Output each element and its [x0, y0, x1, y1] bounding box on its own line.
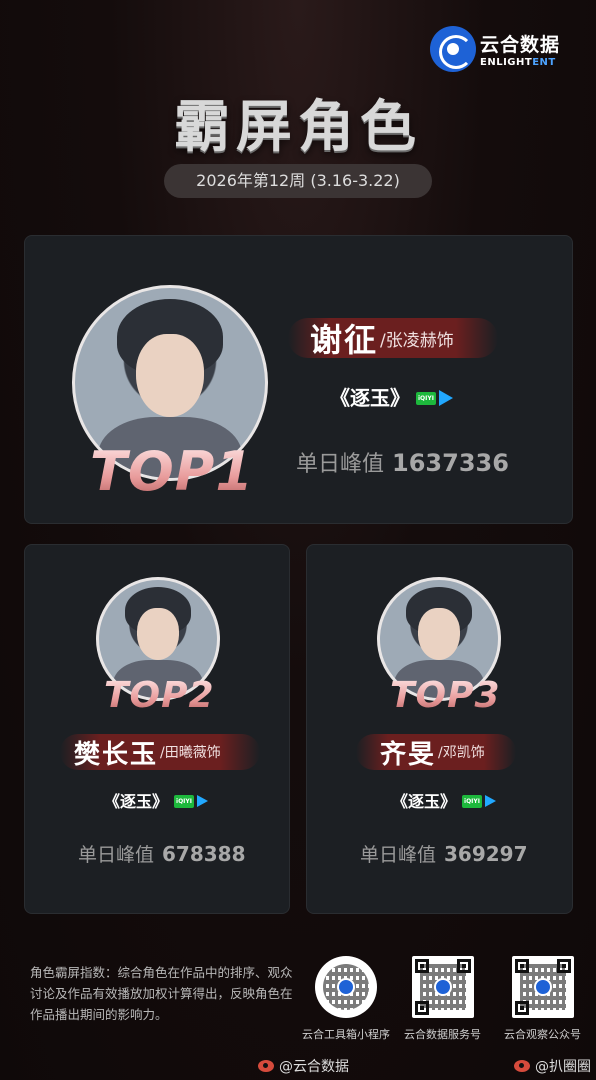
peak-number: 1637336 — [392, 449, 509, 477]
peak-number: 369297 — [444, 842, 528, 866]
drama-name: 《逐玉》 — [104, 792, 169, 811]
role-name: 樊长玉 — [74, 739, 159, 770]
actor-name: /张凌赫饰 — [380, 330, 454, 351]
role-name-bar-top3: 齐旻 /邓凯饰 — [356, 734, 516, 770]
peak-number: 678388 — [162, 842, 246, 866]
iqiyi-icon: iQIYI — [462, 794, 482, 808]
drama-title-top1: 《逐玉》 iQIYI — [330, 382, 453, 411]
role-name-bar-top1: 谢征 /张凌赫饰 — [288, 318, 498, 359]
drama-title-top2: 《逐玉》 iQIYI — [104, 788, 208, 812]
drama-name: 《逐玉》 — [330, 386, 410, 410]
peak-value-top2: 单日峰值 678388 — [78, 840, 246, 867]
week-badge: 2026年第12周 (3.16-3.22) — [164, 164, 432, 198]
qr-caption: 云合工具箱小程序 — [302, 1028, 390, 1041]
qr-service-account[interactable]: 云合数据服务号 — [404, 956, 481, 1042]
drama-title-top3: 《逐玉》 iQIYI — [392, 788, 496, 812]
tencent-video-icon — [484, 795, 496, 807]
peak-label: 单日峰值 — [360, 844, 437, 866]
peak-label: 单日峰值 — [296, 452, 385, 477]
qr-code-icon — [411, 956, 474, 1018]
role-name-bar-top2: 樊长玉 /田曦薇饰 — [60, 734, 260, 770]
qr-code-icon — [511, 956, 574, 1018]
qr-caption: 云合观察公众号 — [504, 1028, 581, 1041]
actor-name: /田曦薇饰 — [160, 745, 221, 761]
iqiyi-icon: iQIYI — [416, 391, 436, 405]
enlightent-logo-icon — [432, 28, 474, 70]
drama-name: 《逐玉》 — [392, 792, 457, 811]
actor-name: /邓凯饰 — [438, 745, 485, 761]
brand-logo: 云合数据 ENLIGHTENT — [432, 28, 560, 70]
qr-caption: 云合数据服务号 — [404, 1028, 481, 1041]
peak-value-top1: 单日峰值 1637336 — [296, 446, 509, 478]
peak-value-top3: 单日峰值 369297 — [360, 840, 528, 867]
tencent-video-icon — [196, 795, 208, 807]
role-name: 齐旻 — [380, 739, 437, 770]
rank-label-top3: TOP3 — [390, 675, 501, 716]
peak-label: 单日峰值 — [78, 844, 155, 866]
brand-name-en: ENLIGHTENT — [480, 57, 556, 68]
rank-label-top2: TOP2 — [104, 675, 215, 716]
watermark-left: @云合数据 — [258, 1056, 349, 1076]
tencent-video-icon — [438, 390, 453, 406]
role-name: 谢征 — [310, 321, 379, 359]
weibo-icon — [258, 1060, 274, 1072]
brand-name-cn: 云合数据 — [480, 34, 561, 56]
weibo-icon — [514, 1060, 530, 1072]
iqiyi-icon: iQIYI — [174, 794, 194, 808]
watermark-right: @扒圈圈 — [514, 1056, 591, 1076]
rank-label-top1: TOP1 — [90, 440, 254, 503]
index-description: 角色霸屏指数：综合角色在作品中的排序、观众讨论及作品有效播放加权计算得出，反映角… — [30, 965, 293, 1022]
page-title: 霸屏角色 — [174, 95, 422, 160]
qr-public-account[interactable]: 云合观察公众号 — [504, 956, 581, 1042]
qr-code-icon — [315, 956, 377, 1018]
qr-mini-program[interactable]: 云合工具箱小程序 — [302, 956, 390, 1042]
